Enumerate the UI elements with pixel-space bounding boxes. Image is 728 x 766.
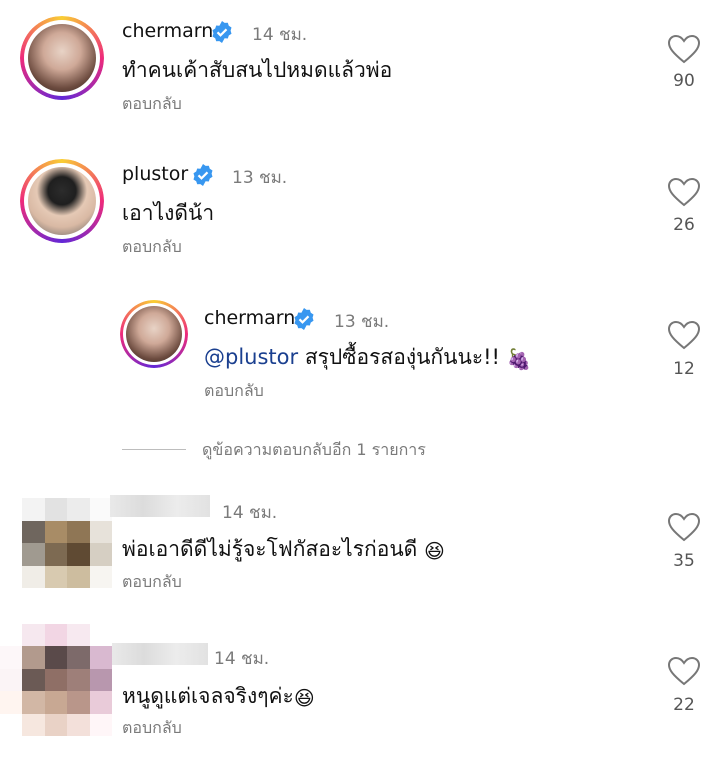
verified-badge-icon [294, 308, 314, 330]
comment-text: พ่อเอาดีดีไม่รู้จะโฟกัสอะไรก่อนดี 😆 [122, 533, 445, 566]
comment-text-body: หนูดูแต่เจลจริงๆค่ะ [122, 684, 294, 708]
divider [122, 449, 186, 450]
comment-item: plustor 13 ชม. เอาไงดีน้า ตอบกลับ 26 [0, 145, 728, 275]
reply-button[interactable]: ตอบกลับ [122, 92, 182, 117]
reply-button[interactable]: ตอบกลับ [122, 235, 182, 260]
reply-button[interactable]: ตอบกลับ [122, 716, 182, 741]
comment-text: เอาไงดีน้า [122, 201, 215, 225]
like-count: 22 [673, 695, 695, 715]
comment-username[interactable]: chermarn [122, 20, 213, 42]
heart-icon[interactable] [667, 177, 701, 207]
comment-item: 14 ชม. หนูดูแต่เจลจริงๆค่ะ😆 ตอบกลับ 22 [0, 624, 728, 750]
comment-username[interactable]: plustor [122, 163, 188, 185]
like-count: 12 [673, 359, 695, 379]
grapes-emoji: 🍇 [506, 347, 532, 371]
avatar[interactable] [20, 16, 104, 100]
verified-badge-icon [193, 164, 213, 186]
comment-item: 14 ชม. พ่อเอาดีดีไม่รู้จะโฟกัสอะไรก่อนดี… [0, 490, 728, 610]
heart-icon[interactable] [667, 656, 701, 686]
avatar-photo [28, 24, 96, 92]
avatar-pixelated[interactable] [22, 498, 112, 588]
heart-icon[interactable] [667, 34, 701, 64]
comment-time: 14 ชม. [222, 503, 278, 523]
comment-text: หนูดูแต่เจลจริงๆค่ะ😆 [122, 680, 315, 713]
laughing-emoji: 😆 [293, 686, 315, 710]
avatar[interactable] [20, 159, 104, 243]
like-count: 26 [673, 215, 695, 235]
verified-badge-icon [212, 21, 232, 43]
reply-button[interactable]: ตอบกลับ [122, 570, 182, 595]
comment-time: 13 ชม. [232, 168, 288, 188]
comment-text-body: พ่อเอาดีดีไม่รู้จะโฟกัสอะไรก่อนดี [122, 537, 424, 561]
comment-time: 14 ชม. [252, 25, 308, 45]
comment-text: ทำคนเค้าสับสนไปหมดแล้วพ่อ [122, 58, 393, 82]
laughing-emoji: 😆 [424, 539, 445, 563]
username-redacted [112, 643, 208, 665]
like-count: 35 [673, 551, 695, 571]
comment-time: 13 ชม. [334, 312, 390, 332]
username-redacted [110, 495, 210, 517]
comment-text-body: สรุปซื้อรสองุ่นกันนะ!! [298, 345, 507, 369]
avatar-photo [126, 306, 182, 362]
comment-username[interactable]: chermarn [204, 307, 295, 329]
avatar-photo [28, 167, 96, 235]
comment-item: chermarn 14 ชม. ทำคนเค้าสับสนไปหมดแล้วพ่… [0, 0, 728, 130]
comment-text: @plustor สรุปซื้อรสองุ่นกันนะ!! 🍇 [204, 341, 532, 374]
avatar-pixelated[interactable] [0, 624, 112, 736]
reply-item: chermarn 13 ชม. @plustor สรุปซื้อรสองุ่น… [0, 290, 728, 420]
comment-time: 14 ชม. [214, 649, 270, 669]
reply-button[interactable]: ตอบกลับ [204, 379, 264, 404]
view-more-replies-button[interactable]: ดูข้อความตอบกลับอีก 1 รายการ [202, 438, 426, 463]
like-count: 90 [673, 71, 695, 91]
heart-icon[interactable] [667, 512, 701, 542]
mention-link[interactable]: @plustor [204, 345, 298, 369]
avatar[interactable] [120, 300, 188, 368]
heart-icon[interactable] [667, 320, 701, 350]
